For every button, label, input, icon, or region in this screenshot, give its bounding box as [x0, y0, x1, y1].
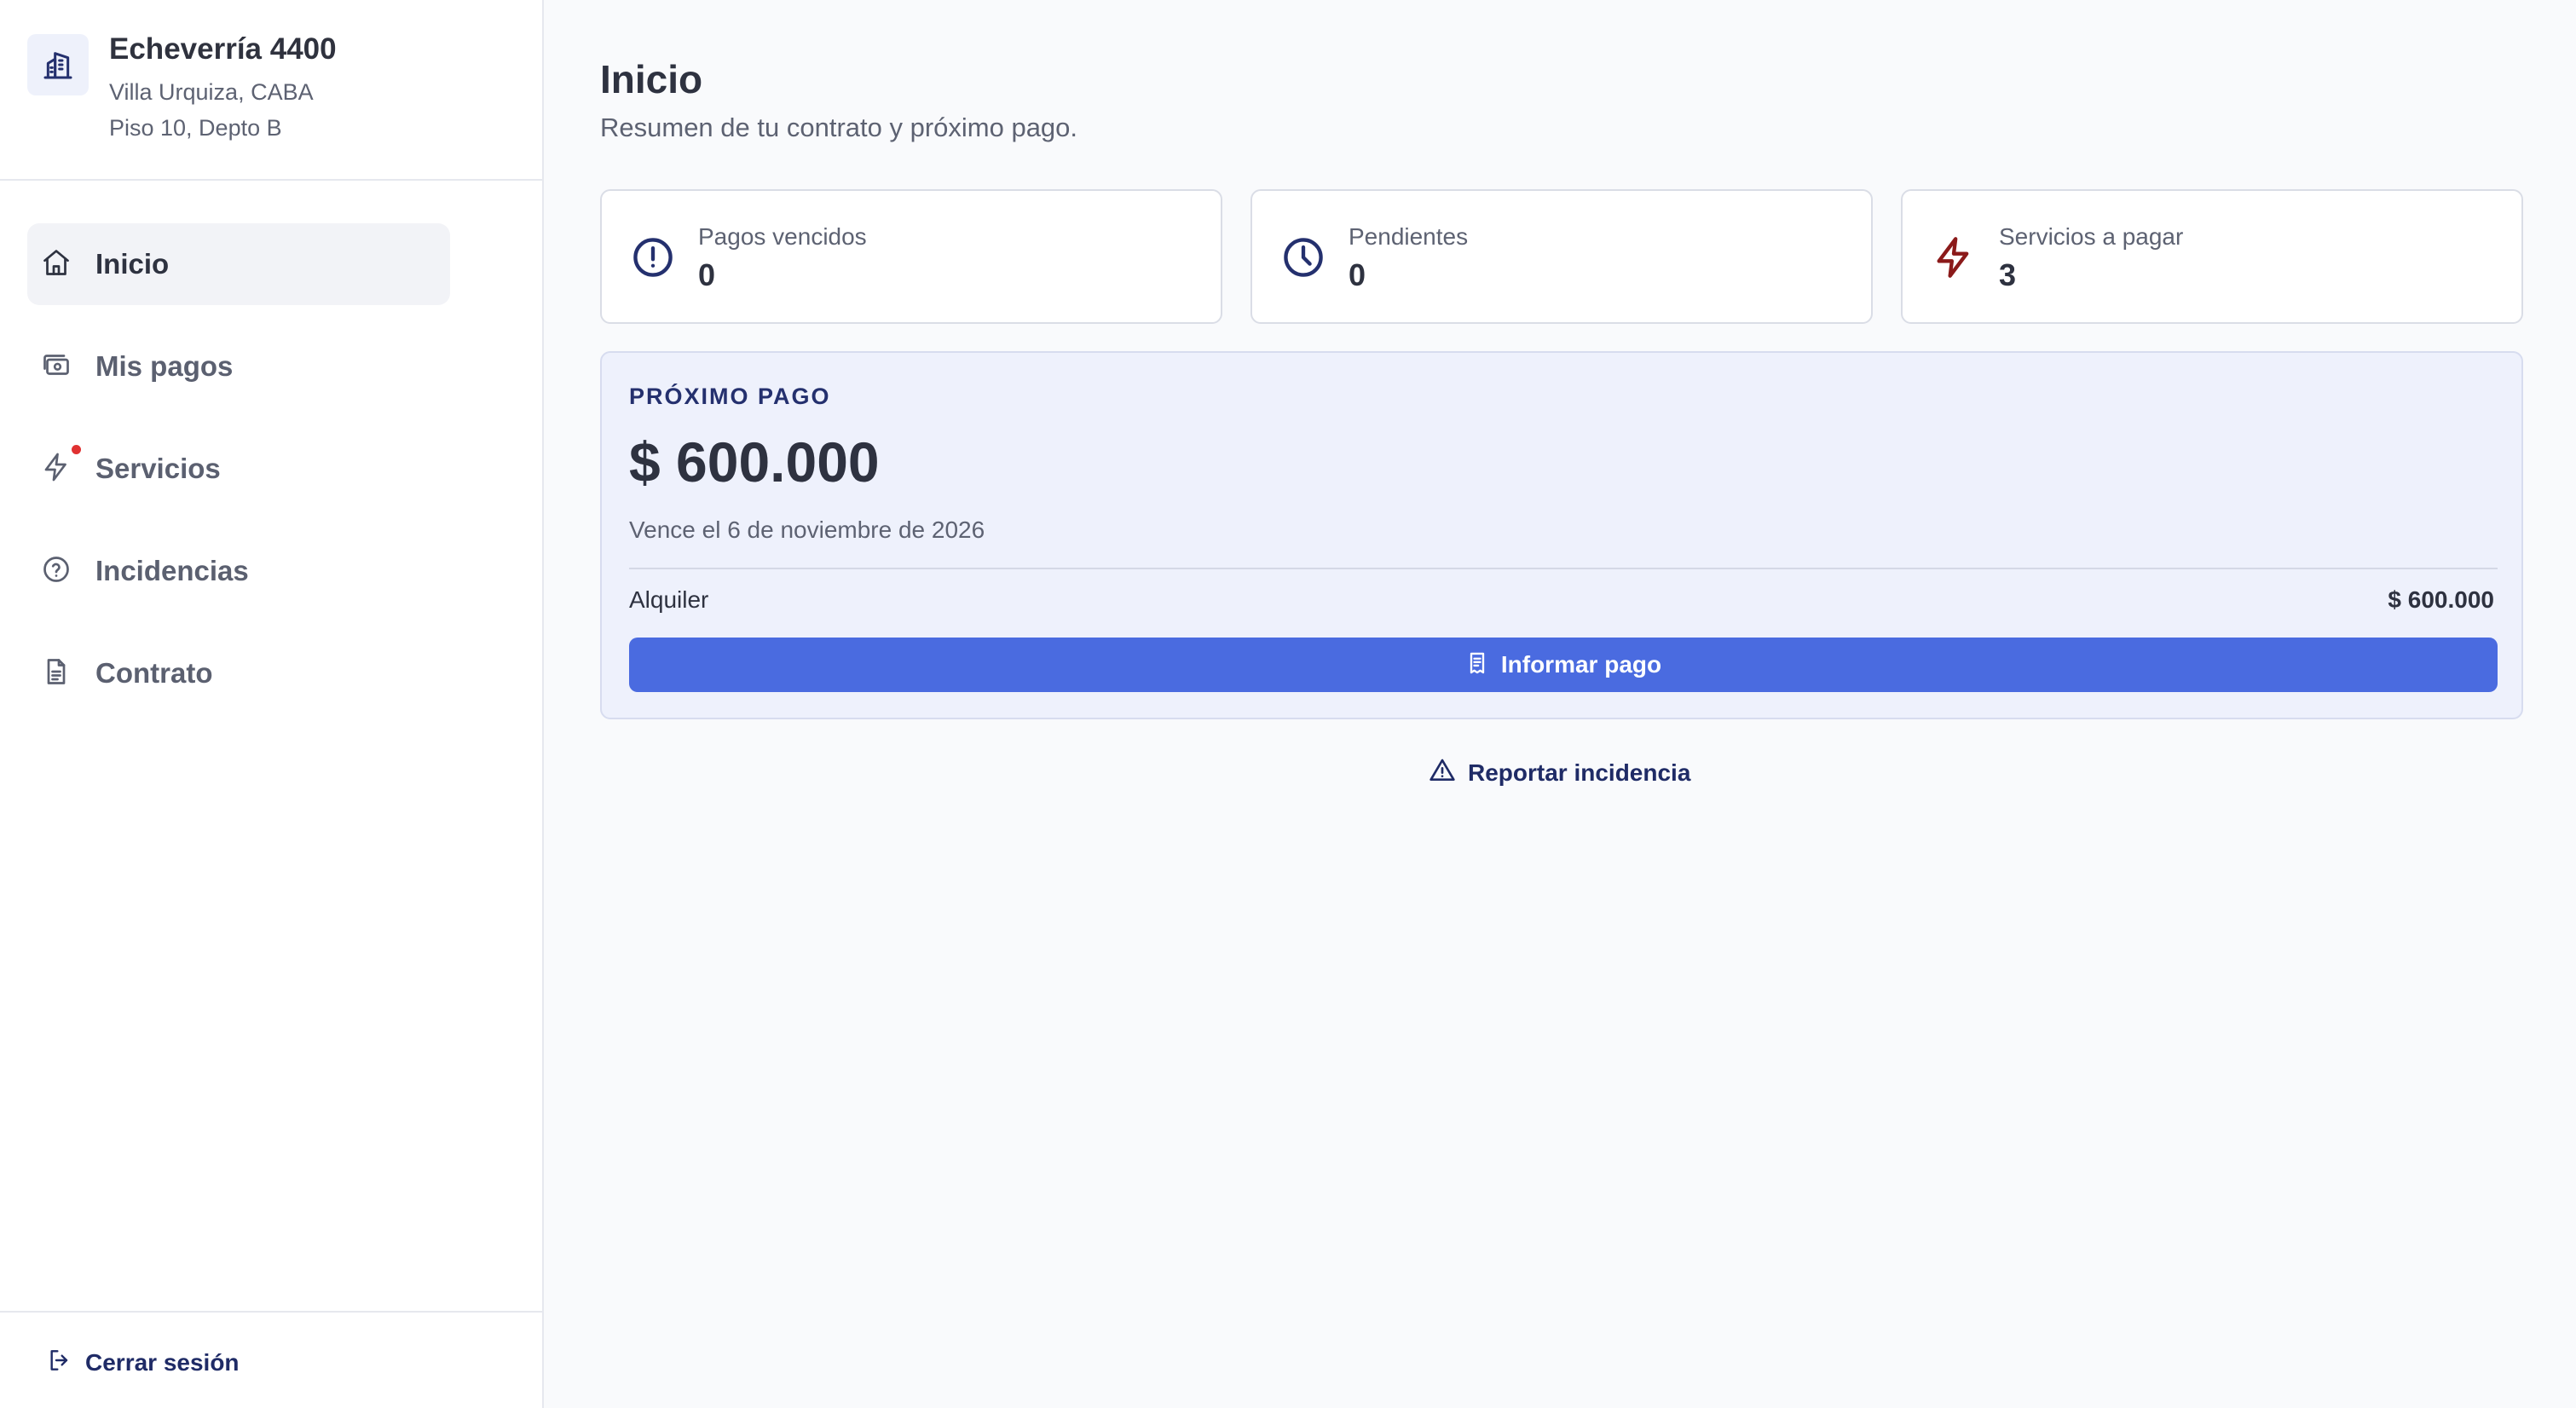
clock-icon [1281, 235, 1326, 280]
home-icon [39, 245, 73, 280]
divider [629, 568, 2498, 569]
stat-card-pendientes: Pendientes 0 [1250, 189, 1873, 324]
property-unit: Piso 10, Depto B [109, 115, 282, 141]
alert-circle-icon [631, 235, 675, 280]
logout-button[interactable]: Cerrar sesión [46, 1347, 240, 1378]
stat-card-pagos-vencidos: Pagos vencidos 0 [600, 189, 1222, 324]
stat-value: 0 [1349, 257, 1366, 292]
logout-label: Cerrar sesión [85, 1348, 240, 1376]
report-incident-button[interactable]: Reportar incidencia [1429, 757, 1690, 788]
bolt-icon [39, 450, 73, 484]
question-circle-icon [39, 552, 73, 586]
building-icon [27, 34, 89, 95]
next-payment-amount: $ 600.000 [629, 430, 880, 493]
next-payment-label: PRÓXIMO PAGO [629, 384, 831, 409]
line-item-label: Alquiler [629, 586, 709, 613]
logout-icon [46, 1347, 73, 1378]
bolt-icon [1932, 235, 1976, 280]
informar-pago-label: Informar pago [1500, 651, 1662, 678]
stat-label: Servicios a pagar [1999, 223, 2184, 250]
next-payment-due-date: Vence el 6 de noviembre de 2026 [629, 516, 985, 543]
sidebar-item-inicio[interactable]: Inicio [27, 223, 450, 305]
sidebar-footer: Cerrar sesión [0, 1311, 542, 1408]
stat-label: Pendientes [1349, 223, 1469, 250]
stat-value: 0 [698, 257, 716, 292]
property-header: Echeverría 4400 Villa Urquiza, CABA Piso… [0, 0, 542, 181]
sidebar: Echeverría 4400 Villa Urquiza, CABA Piso… [0, 0, 544, 1408]
warning-icon [1429, 757, 1456, 788]
property-title: Echeverría 4400 [109, 32, 337, 66]
notification-dot [72, 445, 81, 454]
money-icon [39, 348, 73, 382]
sidebar-item-label: Inicio [95, 248, 170, 280]
informar-pago-button[interactable]: Informar pago [629, 638, 2498, 692]
property-location: Villa Urquiza, CABA [109, 79, 314, 105]
report-incident-label: Reportar incidencia [1468, 759, 1691, 786]
sidebar-item-label: Contrato [95, 657, 213, 689]
sidebar-item-servicios[interactable]: Servicios [27, 428, 450, 510]
next-payment-card: PRÓXIMO PAGO $ 600.000 Vence el 6 de nov… [600, 351, 2523, 719]
sidebar-item-contrato[interactable]: Contrato [27, 632, 450, 714]
sidebar-item-label: Servicios [95, 453, 221, 484]
stat-value: 3 [1999, 257, 2017, 292]
line-item-value: $ 600.000 [2388, 586, 2494, 613]
sidebar-item-label: Incidencias [95, 555, 249, 586]
sidebar-item-mis-pagos[interactable]: Mis pagos [27, 326, 450, 407]
sidebar-item-label: Mis pagos [95, 350, 234, 382]
sidebar-item-incidencias[interactable]: Incidencias [27, 530, 450, 612]
stat-card-servicios-a-pagar: Servicios a pagar 3 [1901, 189, 2523, 324]
page-title: Inicio [600, 57, 703, 101]
stat-label: Pagos vencidos [698, 223, 867, 250]
page-subtitle: Resumen de tu contrato y próximo pago. [600, 113, 1078, 142]
document-icon [39, 655, 73, 689]
receipt-icon [1465, 651, 1489, 679]
